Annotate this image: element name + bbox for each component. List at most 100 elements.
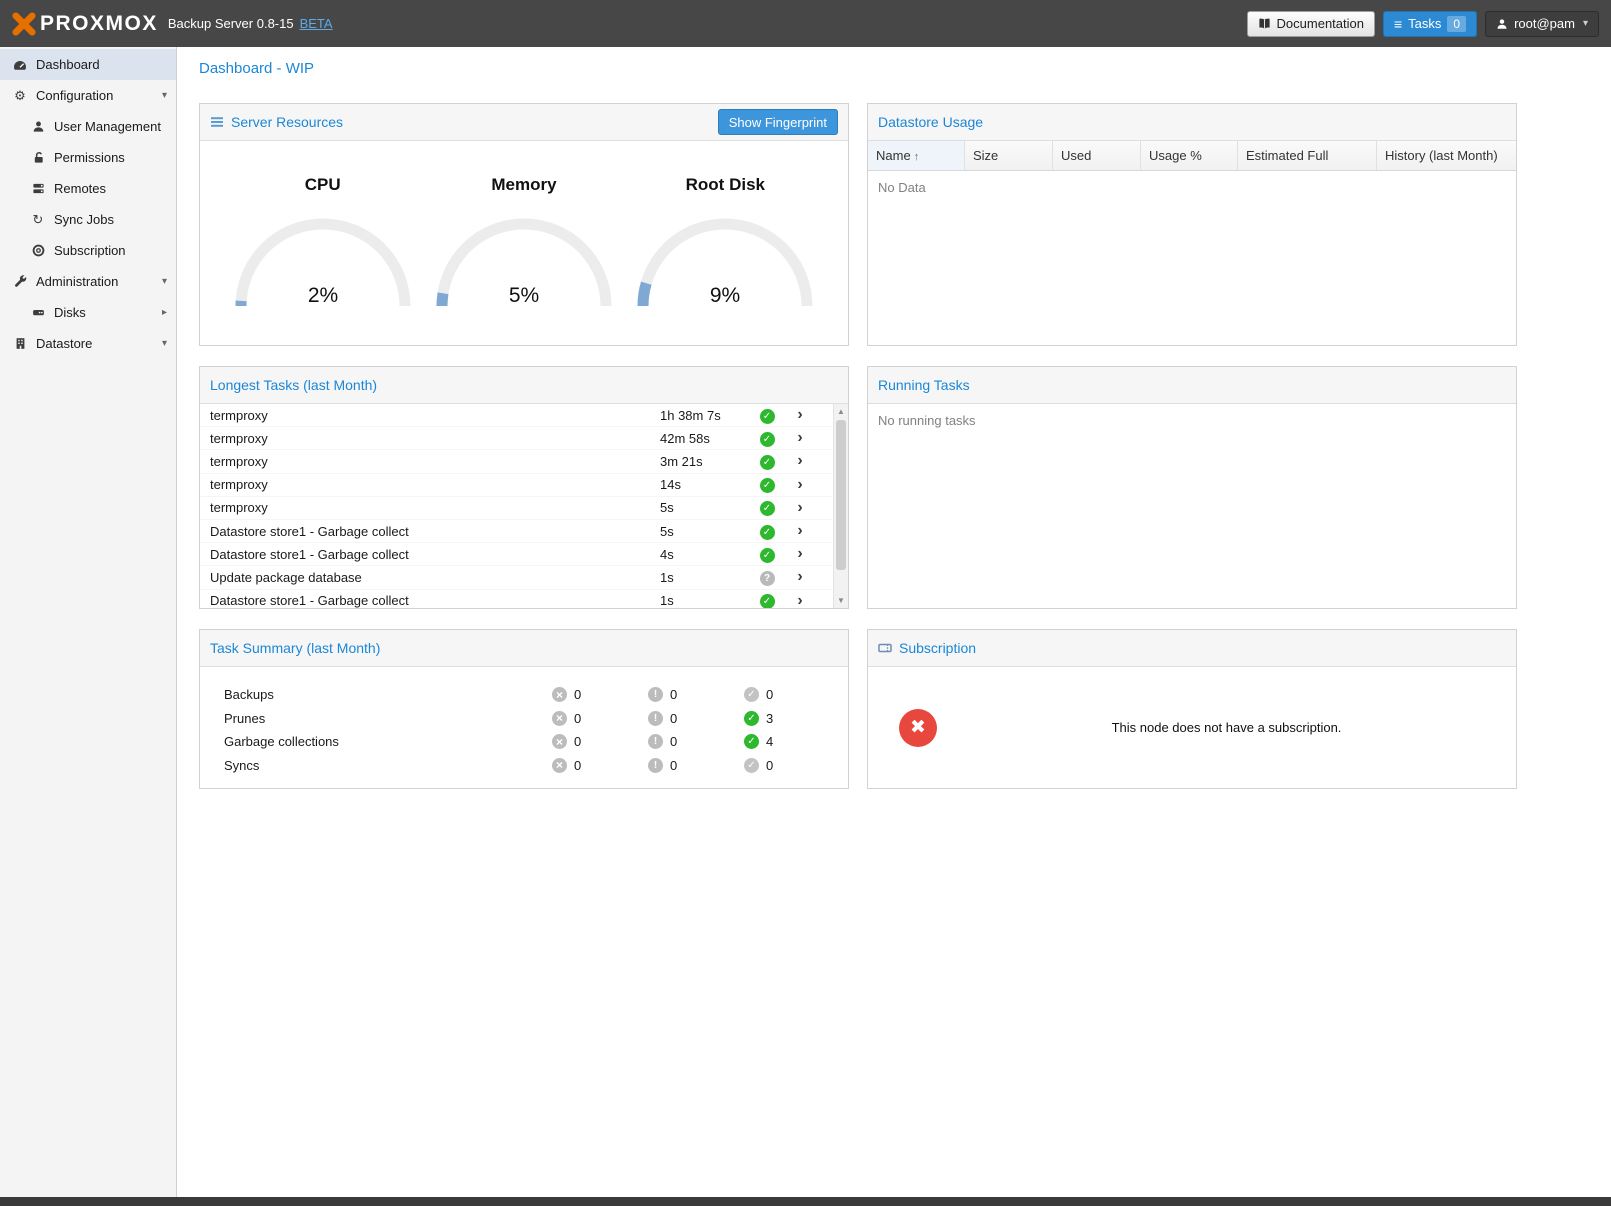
sidebar-item-administration[interactable]: Administration ▾ xyxy=(0,266,176,297)
panel-title: Subscription xyxy=(899,640,976,656)
empty-state-text: No Data xyxy=(868,171,1516,204)
longest-tasks-panel: Longest Tasks (last Month) termproxy 1h … xyxy=(199,366,849,609)
task-name: termproxy xyxy=(200,408,660,423)
task-row[interactable]: termproxy 1h 38m 7s › xyxy=(200,404,833,427)
ok-count: 0 xyxy=(766,758,773,773)
chevron-right-icon[interactable]: › xyxy=(778,569,822,585)
user-label: root@pam xyxy=(1514,16,1575,31)
task-duration: 1s xyxy=(660,593,756,608)
chevron-right-icon[interactable]: › xyxy=(778,500,822,516)
column-header-estimated-full[interactable]: Estimated Full xyxy=(1238,141,1377,170)
column-header-size[interactable]: Size xyxy=(965,141,1053,170)
task-row[interactable]: termproxy 14s › xyxy=(200,474,833,497)
empty-state-text: No running tasks xyxy=(868,404,1516,437)
hdd-icon xyxy=(30,306,46,319)
chevron-right-icon[interactable]: › xyxy=(778,523,822,539)
chevron-right-icon[interactable]: › xyxy=(778,593,822,608)
ok-count-icon xyxy=(744,734,759,749)
sidebar-item-label: User Management xyxy=(54,119,161,134)
cpu-gauge: CPU 2% xyxy=(222,155,423,312)
task-name: Datastore store1 - Garbage collect xyxy=(200,547,660,562)
sidebar-item-label: Dashboard xyxy=(36,57,100,72)
task-duration: 3m 21s xyxy=(660,454,756,469)
summary-label: Backups xyxy=(224,687,552,702)
chevron-right-icon[interactable]: › xyxy=(778,453,822,469)
sidebar-item-user-management[interactable]: User Management xyxy=(0,111,176,142)
ok-count: 0 xyxy=(766,687,773,702)
task-row[interactable]: Datastore store1 - Garbage collect 1s › xyxy=(200,590,833,609)
documentation-button[interactable]: Documentation xyxy=(1247,11,1375,37)
user-icon xyxy=(1496,18,1508,30)
gauge-label: Root Disk xyxy=(625,175,826,195)
topbar: PROXMOX Backup Server 0.8-15 BETA Docume… xyxy=(0,0,1611,47)
sidebar-item-sync-jobs[interactable]: ↻ Sync Jobs xyxy=(0,204,176,235)
task-status-icon xyxy=(760,525,775,540)
user-menu-button[interactable]: root@pam ▾ xyxy=(1485,11,1599,37)
task-name: termproxy xyxy=(200,454,660,469)
sidebar-item-label: Datastore xyxy=(36,336,92,351)
gauge-value: 2% xyxy=(307,284,337,307)
task-row[interactable]: Update package database 1s › xyxy=(200,566,833,589)
proxmox-x-icon xyxy=(12,12,36,36)
scrollbar-thumb[interactable] xyxy=(836,420,846,570)
task-duration: 5s xyxy=(660,524,756,539)
task-row[interactable]: termproxy 42m 58s › xyxy=(200,427,833,450)
sidebar-item-dashboard[interactable]: Dashboard xyxy=(0,49,176,80)
task-duration: 1h 38m 7s xyxy=(660,408,756,423)
table-header-row: Name↑ Size Used Usage % Estimated Full H… xyxy=(868,141,1516,171)
datastore-usage-panel: Datastore Usage Name↑ Size Used Usage % … xyxy=(867,103,1517,346)
task-row[interactable]: Datastore store1 - Garbage collect 5s › xyxy=(200,520,833,543)
sidebar-item-label: Subscription xyxy=(54,243,126,258)
task-name: Datastore store1 - Garbage collect xyxy=(200,524,660,539)
task-status-icon xyxy=(760,501,775,516)
gauge-label: CPU xyxy=(222,175,423,195)
tasks-count-badge: 0 xyxy=(1447,16,1466,32)
task-row[interactable]: Datastore store1 - Garbage collect 4s › xyxy=(200,543,833,566)
chevron-right-icon[interactable]: › xyxy=(778,546,822,562)
task-status-icon xyxy=(760,455,775,470)
sidebar-item-label: Permissions xyxy=(54,150,125,165)
column-header-name[interactable]: Name↑ xyxy=(868,141,965,170)
sidebar-item-remotes[interactable]: Remotes xyxy=(0,173,176,204)
column-header-history[interactable]: History (last Month) xyxy=(1377,141,1516,170)
main-content: Dashboard - WIP Server Resources Show Fi… xyxy=(177,47,1611,1197)
scroll-down-icon[interactable]: ▼ xyxy=(834,593,848,608)
book-icon xyxy=(1258,17,1271,30)
server-icon xyxy=(30,182,46,195)
ok-count: 3 xyxy=(766,711,773,726)
scroll-up-icon[interactable]: ▲ xyxy=(834,404,848,419)
task-status-icon xyxy=(760,432,775,447)
sidebar-item-configuration[interactable]: ⚙ Configuration ▾ xyxy=(0,80,176,111)
ok-count-icon xyxy=(744,758,759,773)
running-tasks-panel: Running Tasks No running tasks xyxy=(867,366,1517,609)
task-summary-table: Backups 0 0 0 Prunes 0 0 3 Garbage c xyxy=(200,667,848,777)
building-icon xyxy=(12,337,28,350)
beta-link[interactable]: BETA xyxy=(300,16,333,31)
show-fingerprint-button[interactable]: Show Fingerprint xyxy=(718,109,838,135)
chevron-right-icon[interactable]: › xyxy=(778,430,822,446)
memory-gauge: Memory 5% xyxy=(423,155,624,312)
chevron-right-icon[interactable]: › xyxy=(778,407,822,423)
error-count-icon xyxy=(552,734,567,749)
sidebar-item-permissions[interactable]: Permissions xyxy=(0,142,176,173)
task-row[interactable]: termproxy 5s › xyxy=(200,497,833,520)
sidebar: Dashboard ⚙ Configuration ▾ User Managem… xyxy=(0,47,177,1197)
sidebar-item-disks[interactable]: Disks ▸ xyxy=(0,297,176,328)
sidebar-item-subscription[interactable]: Subscription xyxy=(0,235,176,266)
task-row[interactable]: termproxy 3m 21s › xyxy=(200,450,833,473)
sidebar-item-datastore[interactable]: Datastore ▾ xyxy=(0,328,176,359)
panel-title: Task Summary (last Month) xyxy=(210,640,380,656)
page-title: Dashboard - WIP xyxy=(199,60,1611,77)
warning-count: 0 xyxy=(670,734,677,749)
column-header-used[interactable]: Used xyxy=(1053,141,1141,170)
tasks-button[interactable]: ≡ Tasks 0 xyxy=(1383,11,1477,37)
task-name: Update package database xyxy=(200,570,660,585)
product-version: Backup Server 0.8-15 xyxy=(168,16,294,31)
proxmox-logo: PROXMOX xyxy=(12,12,158,36)
scrollbar[interactable]: ▲ ▼ xyxy=(833,404,848,608)
task-name: termproxy xyxy=(200,500,660,515)
summary-row: Syncs 0 0 0 xyxy=(224,754,848,778)
column-header-usage[interactable]: Usage % xyxy=(1141,141,1238,170)
chevron-right-icon[interactable]: › xyxy=(778,477,822,493)
warning-count: 0 xyxy=(670,758,677,773)
